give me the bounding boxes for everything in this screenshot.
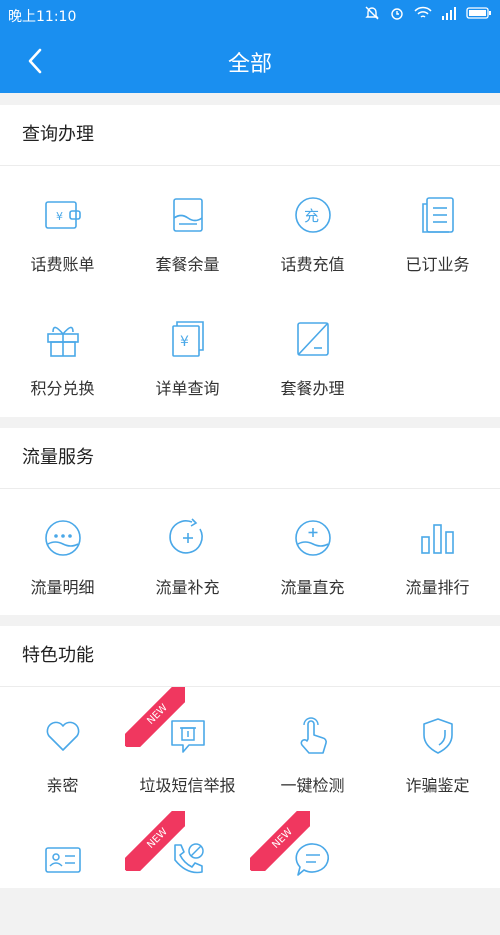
svg-text:充: 充 (304, 207, 319, 225)
gift-icon (47, 326, 79, 357)
id-card-icon (45, 847, 81, 873)
touch-icon (300, 717, 327, 754)
status-icons (364, 5, 492, 21)
grid-item-label: 一键检测 (280, 776, 345, 795)
message-icon (295, 843, 329, 876)
grid-item-subscribed[interactable]: 已订业务 (375, 166, 500, 290)
recharge-icon: 充 (295, 197, 331, 233)
bar-chart-icon (421, 524, 454, 554)
grid-item-label: 流量直充 (280, 578, 345, 597)
svg-text:¥: ¥ (180, 334, 189, 350)
grid-item-points[interactable]: 积分兑换 (0, 290, 125, 414)
signal-icon (442, 7, 456, 20)
wifi-icon (414, 6, 432, 18)
shield-icon (423, 718, 453, 754)
grid-item-label: 垃圾短信举报 (139, 776, 236, 795)
grid-item-bill[interactable]: ¥ 话费账单 (0, 166, 125, 290)
status-time: 晚上11:10 (8, 9, 77, 25)
grid-item-fraud-check[interactable]: 诈骗鉴定 (375, 687, 500, 811)
section-data: 流量服务 流量明细 流量补充 流量直充 流量排行 (0, 428, 500, 615)
grid-item-label: 话费账单 (30, 255, 95, 274)
document-list-icon (422, 197, 454, 233)
grid-item-data-direct[interactable]: 流量直充 (250, 489, 375, 613)
spam-report-icon (171, 720, 205, 753)
battery-icon (466, 7, 491, 19)
grid-item-intimate[interactable]: 亲密 (0, 687, 125, 811)
grid-item-label: 流量补充 (155, 578, 220, 597)
alarm-icon (391, 8, 403, 20)
mute-icon (365, 6, 379, 20)
grid-item-call-block[interactable] (125, 811, 250, 935)
heart-icon (46, 721, 80, 751)
grid-item-bill-detail[interactable]: ¥ 详单查询 (125, 290, 250, 414)
grid-item-package-balance[interactable]: 套餐余量 (125, 166, 250, 290)
grid-item-data-detail[interactable]: 流量明细 (0, 489, 125, 613)
page-title: 全部 (227, 52, 272, 77)
status-bar: 晚上11:10 (0, 0, 500, 30)
grid-item-label: 话费充值 (280, 255, 345, 274)
grid-item-data-ranking[interactable]: 流量排行 (375, 489, 500, 613)
grid-item-label: 已订业务 (405, 255, 470, 274)
grid-item-label: 套餐余量 (155, 255, 220, 274)
grid-item-one-click-check[interactable]: 一键检测 (250, 687, 375, 811)
grid-item-message[interactable] (250, 811, 375, 935)
grid-item-recharge[interactable]: 充 话费充值 (250, 166, 375, 290)
bill-detail-icon: ¥ (172, 321, 204, 357)
section-title: 特色功能 (0, 626, 500, 687)
grid-item-spam-report[interactable]: 垃圾短信举报 (125, 687, 250, 811)
grid-item-data-topup[interactable]: 流量补充 (125, 489, 250, 613)
section-query: 查询办理 ¥ 话费账单 套餐余量 充 话费充值 已订业务 积分兑换 ¥ 详单查询… (0, 105, 500, 417)
grid-item-label: 流量明细 (30, 578, 95, 597)
section-features: 特色功能 亲密 垃圾短信举报 一键检测 诈骗鉴定 NEW NEW NEW (0, 626, 500, 888)
package-apply-icon (297, 322, 329, 356)
grid-item-label: 积分兑换 (30, 379, 95, 398)
wallet-yen-icon: ¥ (45, 201, 81, 229)
section-title: 查询办理 (0, 105, 500, 166)
grid-item-card[interactable] (0, 811, 125, 935)
section-title: 流量服务 (0, 428, 500, 489)
svg-text:¥: ¥ (56, 210, 63, 223)
grid-item-label: 诈骗鉴定 (405, 776, 470, 795)
data-detail-icon (45, 520, 81, 556)
grid-item-label: 亲密 (46, 776, 79, 795)
package-balance-icon (173, 198, 203, 232)
nav-bar: 全部 (0, 30, 500, 93)
data-direct-icon (295, 520, 331, 556)
grid-item-label: 套餐办理 (280, 379, 345, 398)
phone-block-icon (174, 843, 204, 874)
grid-item-label: 详单查询 (155, 379, 220, 398)
grid-item-label: 流量排行 (405, 578, 470, 597)
grid-item-package-apply[interactable]: 套餐办理 (250, 290, 375, 414)
data-topup-icon (169, 518, 203, 554)
